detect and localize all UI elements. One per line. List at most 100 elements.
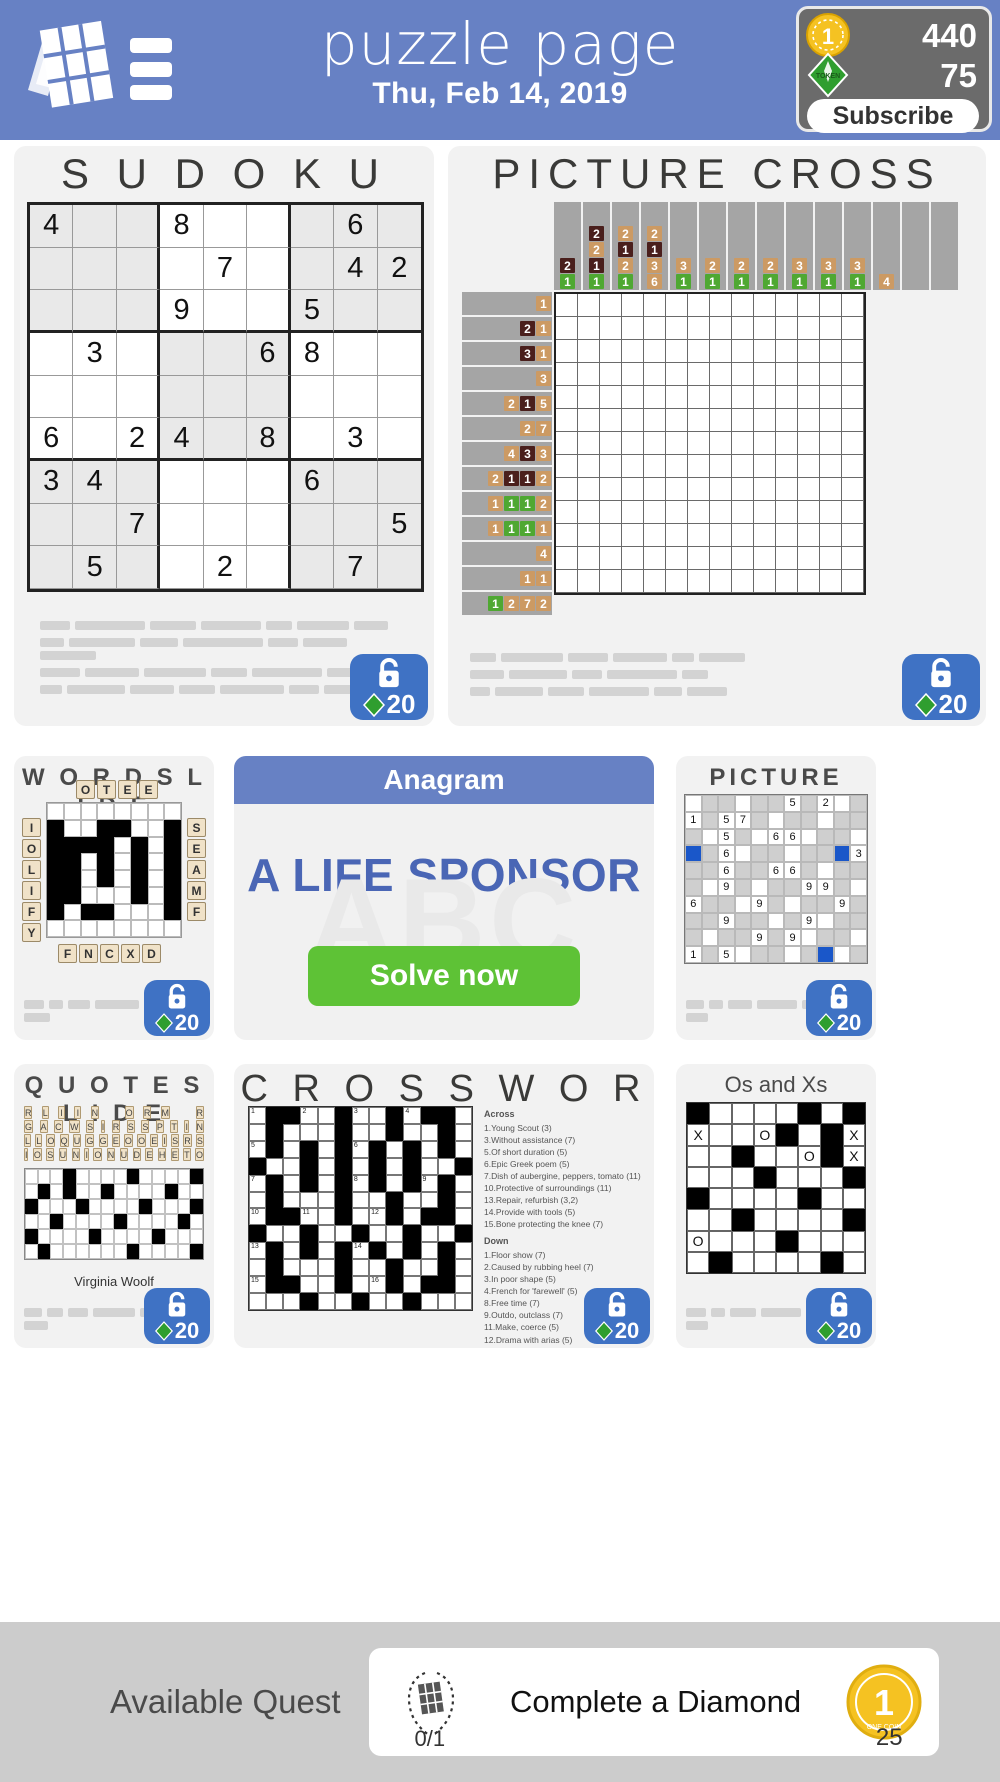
picture-cross-cell[interactable] <box>556 294 578 317</box>
picture-cross-cell[interactable] <box>776 501 798 524</box>
os-and-xs-cell[interactable] <box>687 1103 709 1124</box>
picture-cross-cell[interactable] <box>644 570 666 593</box>
picture-cross-cell[interactable] <box>732 363 754 386</box>
picture-cross-cell[interactable] <box>732 501 754 524</box>
sudoku-cell[interactable]: 4 <box>30 205 73 248</box>
crossword-cell[interactable]: 15 <box>249 1276 266 1293</box>
os-and-xs-cell[interactable] <box>843 1209 865 1230</box>
picture-sweep-cell[interactable] <box>834 862 851 879</box>
crossword-cell[interactable] <box>283 1259 300 1276</box>
quote-slide-letter-tile[interactable]: W <box>69 1120 80 1133</box>
picture-cross-cell[interactable] <box>600 455 622 478</box>
sudoku-cell[interactable]: 7 <box>204 248 247 291</box>
picture-cross-cell[interactable] <box>710 409 732 432</box>
picture-sweep-cell[interactable] <box>817 929 834 946</box>
quote-slide-letter-tile[interactable]: S <box>141 1120 149 1133</box>
crossword-cell[interactable] <box>438 1259 455 1276</box>
crossword-cell[interactable] <box>403 1124 420 1141</box>
word-slide-cell[interactable] <box>47 870 64 887</box>
sudoku-cell[interactable]: 3 <box>30 461 73 504</box>
word-slide-tile[interactable]: Y <box>22 923 41 942</box>
crossword-cell[interactable] <box>455 1276 472 1293</box>
crossword-cell[interactable] <box>335 1158 352 1175</box>
picture-cross-cell[interactable] <box>644 478 666 501</box>
picture-cross-cell[interactable] <box>600 547 622 570</box>
picture-cross-cell[interactable] <box>776 432 798 455</box>
picture-cross-cell[interactable] <box>798 294 820 317</box>
quote-slide-cell[interactable] <box>25 1229 38 1244</box>
picture-cross-cell[interactable] <box>732 317 754 340</box>
quote-slide-letter-tile[interactable]: S <box>196 1134 204 1147</box>
picture-cross-cell[interactable] <box>622 524 644 547</box>
crossword-cell[interactable] <box>335 1225 352 1242</box>
picture-cross-cell[interactable] <box>842 340 864 363</box>
os-and-xs-cell[interactable] <box>754 1146 776 1167</box>
sudoku-cell[interactable] <box>291 248 334 291</box>
crossword-cell[interactable] <box>352 1124 369 1141</box>
os-and-xs-cell[interactable] <box>798 1252 820 1273</box>
picture-cross-cell[interactable] <box>842 501 864 524</box>
picture-cross-cell[interactable] <box>842 524 864 547</box>
picture-cross-cell[interactable] <box>754 409 776 432</box>
quote-slide-cell[interactable] <box>50 1214 63 1229</box>
picture-sweep-cell[interactable] <box>768 812 785 829</box>
crossword-cell[interactable]: 1 <box>249 1107 266 1124</box>
sudoku-cell[interactable]: 6 <box>30 418 73 461</box>
crossword-cell[interactable] <box>335 1192 352 1209</box>
picture-cross-cell[interactable] <box>600 409 622 432</box>
crossword-cell[interactable] <box>369 1175 386 1192</box>
picture-cross-cell[interactable] <box>688 478 710 501</box>
picture-sweep-cell[interactable]: 6 <box>718 845 735 862</box>
quote-slide-cell[interactable] <box>165 1244 178 1259</box>
picture-cross-cell[interactable] <box>820 340 842 363</box>
os-and-xs-cell[interactable] <box>776 1103 798 1124</box>
word-slide-cell[interactable] <box>114 820 131 837</box>
crossword-cell[interactable] <box>266 1192 283 1209</box>
picture-sweep-cell[interactable]: 6 <box>768 862 785 879</box>
os-and-xs-cell[interactable]: X <box>843 1124 865 1145</box>
quote-slide-cell[interactable] <box>114 1199 127 1214</box>
word-slide-cell[interactable] <box>114 837 131 854</box>
picture-cross-cell[interactable] <box>710 524 732 547</box>
quote-slide-cell[interactable] <box>190 1214 203 1229</box>
crossword-cell[interactable]: 13 <box>249 1242 266 1259</box>
picture-sweep-cell[interactable] <box>702 913 719 930</box>
picture-cross-cell[interactable] <box>732 409 754 432</box>
os-and-xs-cell[interactable] <box>754 1252 776 1273</box>
picture-sweep-cell[interactable] <box>685 862 702 879</box>
picture-sweep-card[interactable]: PICTURE SWEEP 5215756663666999699999915 … <box>676 756 876 1040</box>
crossword-cell[interactable] <box>455 1124 472 1141</box>
picture-sweep-cell[interactable] <box>817 896 834 913</box>
quote-slide-cell[interactable] <box>76 1229 89 1244</box>
crossword-cell[interactable] <box>386 1175 403 1192</box>
quote-slide-letter-tile[interactable]: G <box>99 1134 108 1147</box>
picture-sweep-cell[interactable] <box>702 795 719 812</box>
picture-cross-cell[interactable] <box>732 432 754 455</box>
crossword-cell[interactable] <box>386 1276 403 1293</box>
sudoku-cell[interactable]: 7 <box>117 504 160 547</box>
picture-sweep-cell[interactable] <box>702 812 719 829</box>
quote-slide-cell[interactable] <box>25 1214 38 1229</box>
picture-cross-cell[interactable] <box>754 501 776 524</box>
picture-cross-cell[interactable] <box>600 570 622 593</box>
quote-slide-cell[interactable] <box>38 1199 51 1214</box>
word-slide-cell[interactable] <box>97 920 114 937</box>
word-slide-cell[interactable] <box>64 820 81 837</box>
crossword-cell[interactable] <box>369 1107 386 1124</box>
solve-now-button[interactable]: Solve now <box>308 946 580 1006</box>
quote-slide-cell[interactable] <box>178 1214 191 1229</box>
word-slide-cell[interactable] <box>97 853 114 870</box>
picture-sweep-cell[interactable] <box>718 929 735 946</box>
picture-sweep-cell[interactable] <box>735 913 752 930</box>
crossword-cell[interactable]: 4 <box>403 1107 420 1124</box>
os-and-xs-cell[interactable] <box>843 1231 865 1252</box>
word-slide-tile[interactable]: M <box>187 881 206 900</box>
word-slide-cell[interactable] <box>81 920 98 937</box>
picture-cross-cell[interactable] <box>556 386 578 409</box>
picture-cross-cell[interactable] <box>556 455 578 478</box>
picture-cross-cell[interactable] <box>820 478 842 501</box>
quote-slide-letter-tile[interactable]: E <box>171 1148 179 1161</box>
os-and-xs-cell[interactable] <box>732 1188 754 1209</box>
os-and-xs-cell[interactable] <box>776 1209 798 1230</box>
os-and-xs-cell[interactable] <box>798 1188 820 1209</box>
